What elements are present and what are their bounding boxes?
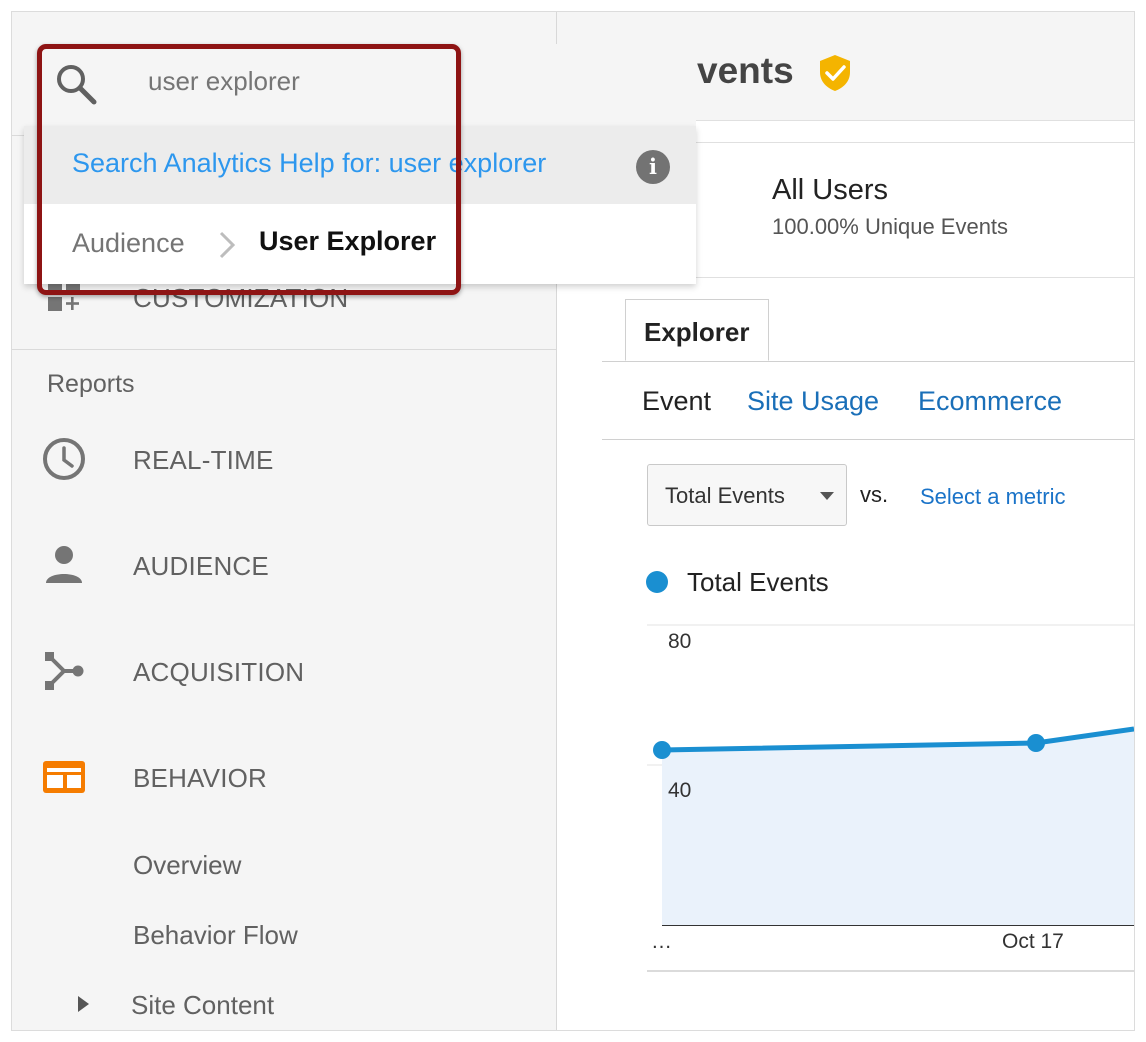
chart-area	[662, 729, 1134, 925]
data-point[interactable]	[1027, 734, 1045, 752]
segment-name: All Users	[772, 174, 889, 206]
expand-caret-icon[interactable]	[78, 996, 89, 1012]
dropdown-arrow-icon	[820, 492, 834, 500]
vs-label: vs.	[860, 482, 889, 507]
sidebar-item-audience[interactable]: AUDIENCE	[12, 535, 556, 595]
legend-label: Total Events	[687, 567, 829, 597]
search-result-option[interactable]: Audience User Explorer	[24, 204, 696, 284]
sidebar-item-behavior[interactable]: BEHAVIOR	[12, 747, 556, 807]
sidebar-subitem-overview[interactable]: Overview	[133, 850, 241, 881]
sidebar-item-label: AUDIENCE	[133, 551, 269, 581]
result-section: Audience	[72, 228, 185, 258]
acquisition-icon	[40, 651, 88, 691]
tab-label: Explorer	[644, 317, 750, 347]
data-point[interactable]	[653, 741, 671, 759]
metric-select[interactable]: Total Events	[647, 464, 847, 526]
search-bar[interactable]: user explorer	[24, 44, 696, 126]
search-help-option[interactable]: Search Analytics Help for: user explorer…	[24, 126, 696, 204]
sidebar-item-acquisition[interactable]: ACQUISITION	[12, 641, 556, 701]
x-tick-label: …	[651, 930, 672, 953]
sidebar-item-label: ACQUISITION	[133, 657, 305, 687]
divider	[602, 361, 1134, 362]
chart	[647, 624, 1134, 972]
sidebar-item-label: CUSTOMIZATION	[133, 283, 349, 313]
reports-heading: Reports	[47, 370, 135, 398]
select-metric-link[interactable]: Select a metric	[920, 484, 1066, 510]
chevron-right-icon	[216, 230, 238, 265]
x-tick-label: Oct 17	[1002, 930, 1064, 953]
sidebar-subitem-behavior-flow[interactable]: Behavior Flow	[133, 920, 298, 951]
person-icon	[40, 545, 88, 585]
sidebar-subitem-site-content[interactable]: Site Content	[131, 990, 274, 1021]
divider	[602, 439, 1134, 440]
tab-explorer[interactable]: Explorer	[625, 299, 769, 361]
search-dropdown: Search Analytics Help for: user explorer…	[24, 126, 696, 284]
verified-badge-icon	[818, 54, 852, 97]
y-tick-label: 40	[668, 779, 692, 802]
info-icon[interactable]: i	[636, 150, 670, 184]
subtab-ecommerce[interactable]: Ecommerce	[918, 386, 1062, 417]
search-help-link[interactable]: Search Analytics Help for: user explorer	[72, 148, 546, 179]
legend-marker	[646, 571, 668, 593]
metric-select-value: Total Events	[665, 483, 785, 508]
search-icon	[54, 62, 98, 111]
sidebar-item-label: BEHAVIOR	[133, 763, 268, 793]
result-item: User Explorer	[259, 226, 437, 256]
y-tick-label: 80	[668, 630, 692, 653]
divider	[12, 349, 556, 350]
search-input[interactable]: user explorer	[148, 66, 300, 97]
segment-subtitle: 100.00% Unique Events	[772, 214, 1009, 239]
clock-icon	[40, 438, 88, 480]
sidebar-item-label: REAL-TIME	[133, 445, 274, 475]
sidebar-item-real-time[interactable]: REAL-TIME	[12, 429, 556, 489]
subtab-site-usage[interactable]: Site Usage	[747, 386, 879, 417]
app-window: CUSTOMIZATION Reports REAL-TIME AUDIENCE	[12, 12, 1134, 1030]
behavior-icon	[40, 757, 88, 797]
subtab-event[interactable]: Event	[642, 386, 711, 417]
